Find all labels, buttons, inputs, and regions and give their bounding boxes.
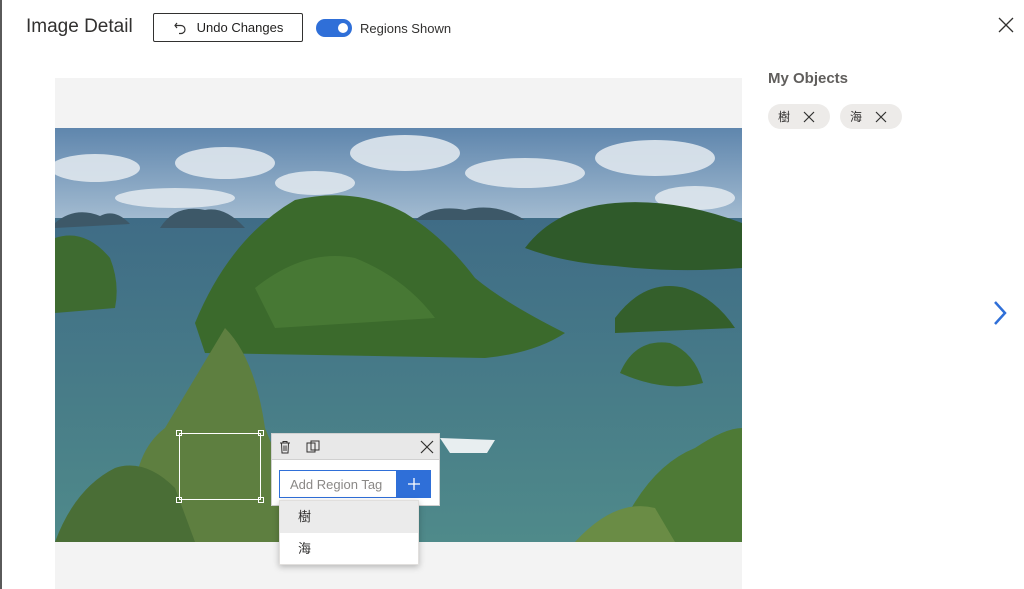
object-tag-chip: 海 xyxy=(840,104,902,129)
close-icon xyxy=(420,440,434,454)
undo-icon xyxy=(173,21,187,35)
window-edge xyxy=(0,0,2,589)
object-tag-chip: 樹 xyxy=(768,104,830,129)
region-toolbar xyxy=(271,433,440,460)
close-icon xyxy=(998,17,1014,33)
resize-handle-top-right[interactable] xyxy=(258,430,264,436)
resize-handle-bottom-left[interactable] xyxy=(176,497,182,503)
regions-shown-toggle[interactable] xyxy=(316,19,352,37)
next-image-button[interactable] xyxy=(990,298,1010,328)
toggle-knob xyxy=(338,23,348,33)
page-title: Image Detail xyxy=(26,16,133,37)
region-tag-input[interactable] xyxy=(279,470,397,498)
add-region-tag-button[interactable] xyxy=(397,470,431,498)
remove-tag-button[interactable] xyxy=(874,110,888,124)
close-region-popup-button[interactable] xyxy=(419,439,435,455)
tag-suggestion-list: 樹 海 xyxy=(279,500,419,565)
tag-suggestion-item[interactable]: 海 xyxy=(280,533,418,565)
copy-region-icon xyxy=(306,440,320,453)
resize-handle-top-left[interactable] xyxy=(176,430,182,436)
resize-handle-bottom-right[interactable] xyxy=(258,497,264,503)
trash-icon xyxy=(280,441,290,454)
region-selection-box[interactable] xyxy=(179,433,261,500)
undo-changes-button[interactable]: Undo Changes xyxy=(153,13,303,42)
undo-changes-label: Undo Changes xyxy=(196,20,284,35)
close-icon xyxy=(875,111,887,122)
close-button[interactable] xyxy=(996,15,1016,35)
close-icon xyxy=(803,111,815,122)
regions-shown-label: Regions Shown xyxy=(360,21,452,36)
object-tag-label: 樹 xyxy=(778,110,791,124)
delete-region-button[interactable] xyxy=(277,439,293,455)
chevron-right-icon xyxy=(994,301,1007,325)
object-tag-label: 海 xyxy=(850,110,863,124)
plus-icon xyxy=(408,478,420,490)
my-objects-title: My Objects xyxy=(768,70,849,87)
copy-region-button[interactable] xyxy=(305,439,321,455)
tag-suggestion-item[interactable]: 樹 xyxy=(280,501,418,533)
remove-tag-button[interactable] xyxy=(802,110,816,124)
